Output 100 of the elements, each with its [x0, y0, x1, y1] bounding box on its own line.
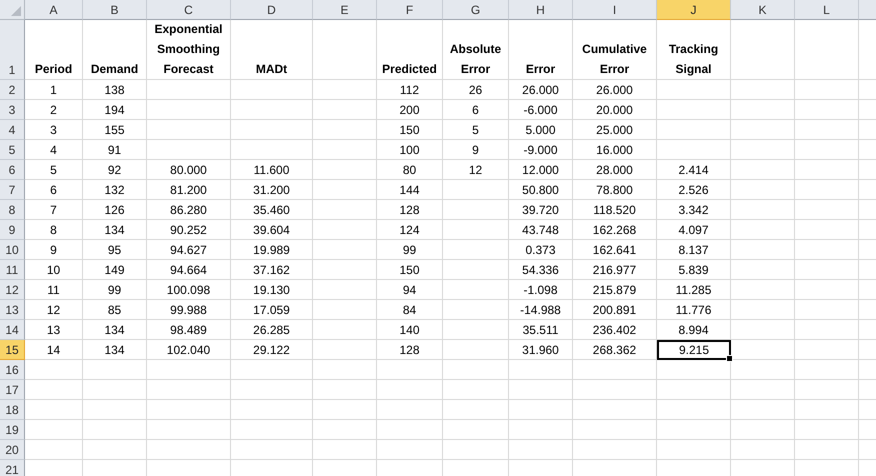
table-cell: 194 [83, 100, 147, 120]
empty-cell [313, 80, 377, 100]
column-header[interactable]: K [731, 0, 795, 20]
row-header[interactable]: 2 [0, 80, 25, 100]
empty-cell [443, 260, 509, 280]
table-cell: 99 [83, 280, 147, 300]
column-header[interactable]: H [509, 0, 573, 20]
table-cell: 84 [377, 300, 443, 320]
empty-cell [509, 440, 573, 460]
empty-cell [731, 20, 795, 80]
table-cell: 35.511 [509, 320, 573, 340]
row-header[interactable]: 6 [0, 160, 25, 180]
empty-cell [83, 380, 147, 400]
empty-cell [795, 380, 859, 400]
table-cell: 118.520 [573, 200, 657, 220]
empty-cell [731, 360, 795, 380]
empty-cell [731, 420, 795, 440]
row-header[interactable]: 5 [0, 140, 25, 160]
column-title: Tracking Signal [657, 20, 731, 80]
row-header[interactable]: 9 [0, 220, 25, 240]
table-cell: 2.526 [657, 180, 731, 200]
column-header[interactable]: B [83, 0, 147, 20]
column-header[interactable]: I [573, 0, 657, 20]
column-header[interactable]: F [377, 0, 443, 20]
table-cell: 102.040 [147, 340, 231, 360]
row-header[interactable]: 19 [0, 420, 25, 440]
row-header[interactable]: 16 [0, 360, 25, 380]
empty-cell [443, 200, 509, 220]
table-cell: 85 [83, 300, 147, 320]
column-header[interactable]: G [443, 0, 509, 20]
table-cell: 92 [83, 160, 147, 180]
table-cell: 126 [83, 200, 147, 220]
empty-cell [313, 320, 377, 340]
table-cell: 100.098 [147, 280, 231, 300]
table-cell: 0.373 [509, 240, 573, 260]
row-header[interactable]: 12 [0, 280, 25, 300]
empty-cell [313, 120, 377, 140]
column-title: Absolute Error [443, 20, 509, 80]
empty-cell [795, 200, 859, 220]
table-cell: 31.960 [509, 340, 573, 360]
table-cell: 100 [377, 140, 443, 160]
column-header[interactable]: L [795, 0, 859, 20]
column-title: Cumulative Error [573, 20, 657, 80]
row-header[interactable]: 13 [0, 300, 25, 320]
row-header[interactable]: 3 [0, 100, 25, 120]
empty-cell [83, 420, 147, 440]
empty-cell [313, 180, 377, 200]
table-cell: 25.000 [573, 120, 657, 140]
row-header[interactable]: 15 [0, 340, 25, 360]
row-header[interactable]: 11 [0, 260, 25, 280]
row-header[interactable]: 17 [0, 380, 25, 400]
table-cell: 26.000 [509, 80, 573, 100]
empty-cell [313, 20, 377, 80]
fill-handle[interactable] [726, 355, 733, 362]
column-header[interactable]: C [147, 0, 231, 20]
table-cell: 200.891 [573, 300, 657, 320]
column-title: Period [25, 20, 83, 80]
table-cell: 162.641 [573, 240, 657, 260]
empty-cell [313, 240, 377, 260]
empty-cell [443, 400, 509, 420]
row-header[interactable]: 21 [0, 460, 25, 476]
row-header[interactable]: 18 [0, 400, 25, 420]
table-cell: 5.000 [509, 120, 573, 140]
table-cell: 140 [377, 320, 443, 340]
row-header[interactable]: 20 [0, 440, 25, 460]
table-cell: 4.097 [657, 220, 731, 240]
empty-cell [795, 260, 859, 280]
table-cell: 150 [377, 120, 443, 140]
table-cell: 236.402 [573, 320, 657, 340]
table-cell: 112 [377, 80, 443, 100]
empty-cell [443, 300, 509, 320]
row-header[interactable]: 10 [0, 240, 25, 260]
select-all-button[interactable] [0, 0, 25, 20]
column-header[interactable]: A [25, 0, 83, 20]
empty-cell [443, 440, 509, 460]
empty-cell [731, 380, 795, 400]
table-cell: 1 [25, 80, 83, 100]
column-header[interactable]: D [231, 0, 313, 20]
empty-cell [731, 140, 795, 160]
column-header[interactable]: J [657, 0, 731, 20]
row-header[interactable]: 4 [0, 120, 25, 140]
table-cell: 8 [25, 220, 83, 240]
empty-cell [795, 100, 859, 120]
empty-cell [795, 80, 859, 100]
row-header[interactable]: 14 [0, 320, 25, 340]
table-cell: 99.988 [147, 300, 231, 320]
table-cell: 35.460 [231, 200, 313, 220]
table-cell: 128 [377, 340, 443, 360]
row-header[interactable]: 1 [0, 20, 25, 80]
empty-cell [313, 420, 377, 440]
empty-cell [795, 360, 859, 380]
column-header[interactable]: E [313, 0, 377, 20]
column-header[interactable] [859, 0, 876, 20]
row-header[interactable]: 8 [0, 200, 25, 220]
table-cell: -14.988 [509, 300, 573, 320]
table-cell: 9 [443, 140, 509, 160]
row-header[interactable]: 7 [0, 180, 25, 200]
empty-cell [443, 420, 509, 440]
table-cell: 138 [83, 80, 147, 100]
empty-cell [731, 340, 795, 360]
